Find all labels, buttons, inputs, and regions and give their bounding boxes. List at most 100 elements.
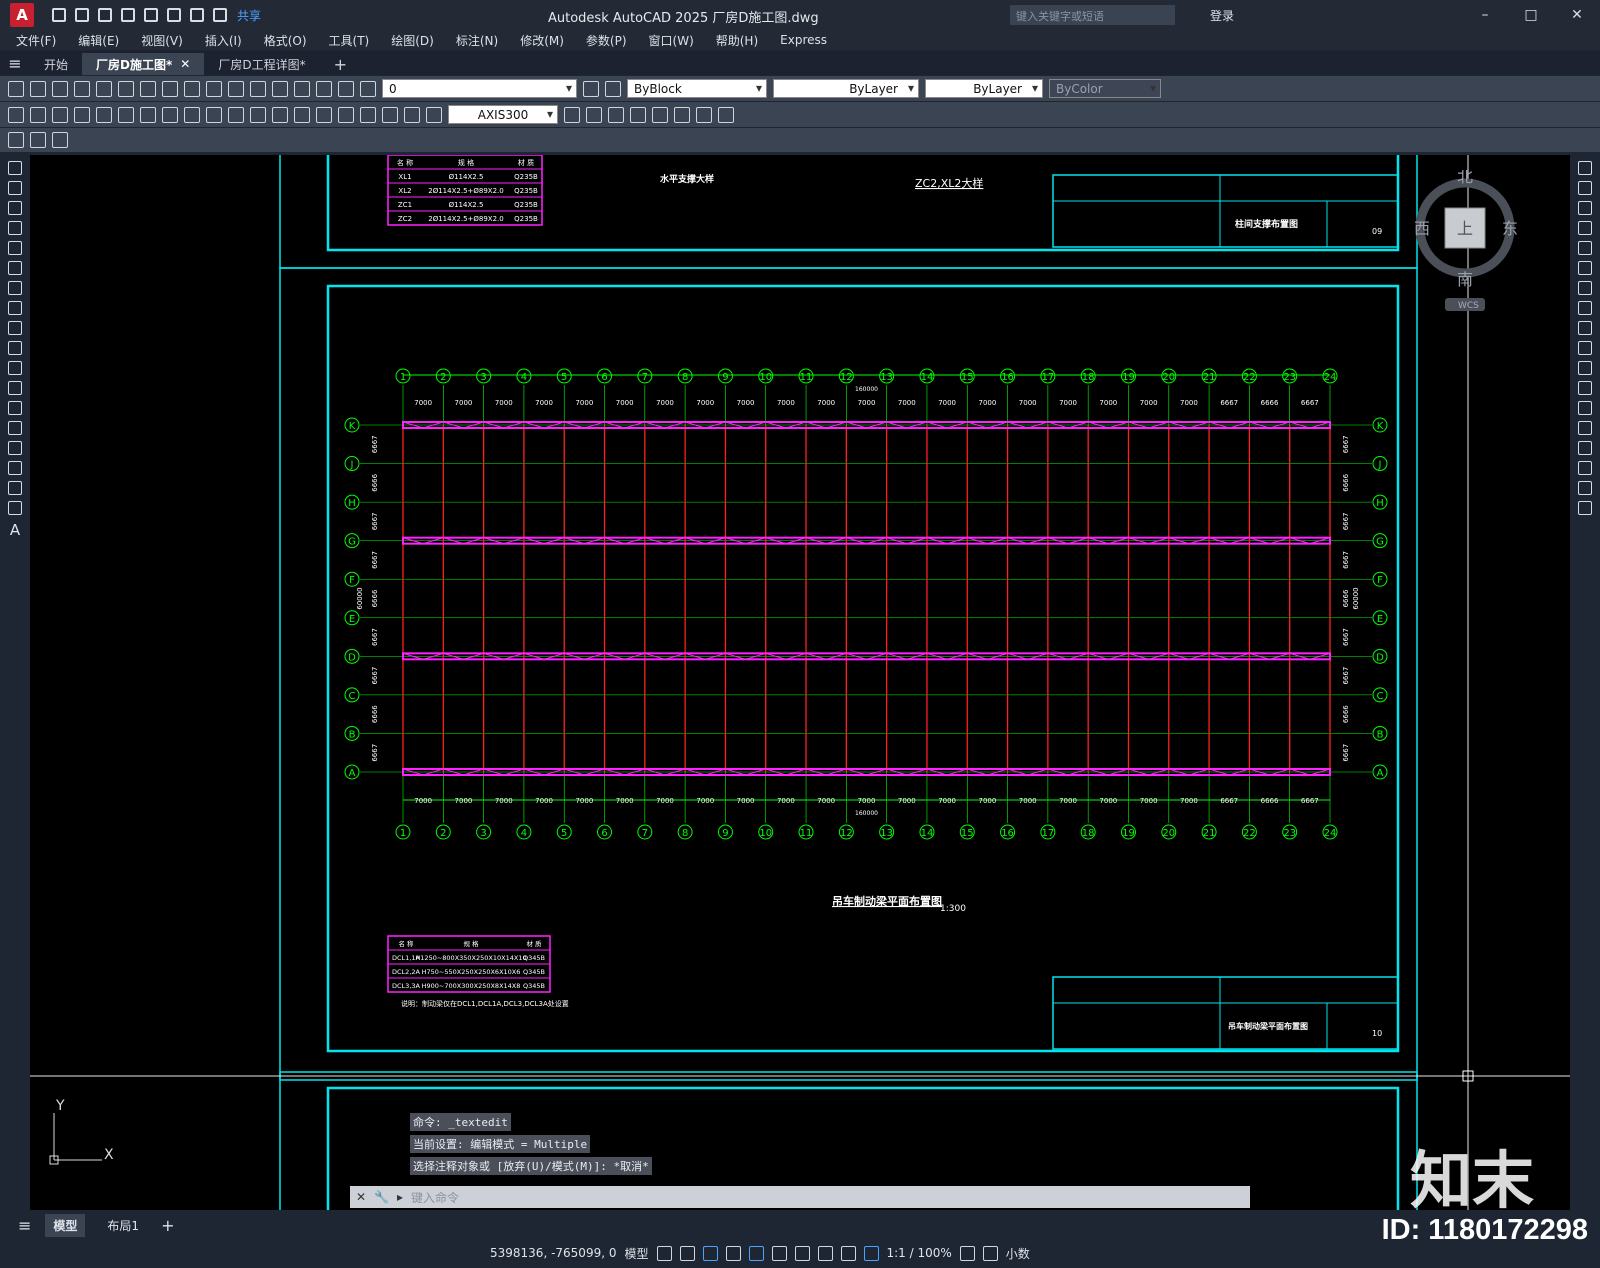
move-icon[interactable] <box>1578 261 1592 275</box>
undo-icon[interactable] <box>190 8 204 22</box>
preview-icon[interactable] <box>96 80 112 97</box>
make-block-icon[interactable] <box>8 401 22 415</box>
angular-dim-icon[interactable] <box>162 106 178 123</box>
autocad-logo[interactable]: A <box>10 3 34 27</box>
tab-detail-drawing[interactable]: 厂房D工程详图* <box>204 53 319 75</box>
add-layout-button[interactable]: + <box>161 1216 174 1235</box>
viewcube-south[interactable]: 南 <box>1457 270 1473 289</box>
aligned-dim-icon[interactable] <box>30 106 46 123</box>
extend-icon[interactable] <box>1578 361 1592 375</box>
explode-icon[interactable] <box>1578 501 1592 515</box>
spline-icon[interactable] <box>8 321 22 335</box>
color-dropdown[interactable]: ByBlock <box>627 79 767 98</box>
menu-window[interactable]: 窗口(W) <box>649 32 694 49</box>
linetype-dropdown[interactable]: ByLayer <box>773 79 919 98</box>
menu-edit[interactable]: 编辑(E) <box>78 32 119 49</box>
login-button[interactable]: 登录 <box>1210 7 1234 24</box>
tab-start[interactable]: 开始 <box>30 53 82 75</box>
bulb-icon[interactable] <box>360 80 376 97</box>
fillet-icon[interactable] <box>1578 461 1592 475</box>
close-icon[interactable]: ✕ <box>356 1190 366 1204</box>
lineweight-icon[interactable] <box>794 1245 810 1261</box>
workspace-icon[interactable] <box>959 1245 975 1261</box>
jogged-linear-icon[interactable] <box>360 106 376 123</box>
cut-icon[interactable] <box>118 80 134 97</box>
linear-dim-icon[interactable] <box>8 106 24 123</box>
redo-icon[interactable] <box>228 80 244 97</box>
save-icon[interactable] <box>52 80 68 97</box>
help-icon[interactable] <box>316 80 332 97</box>
polyline-icon[interactable] <box>8 201 22 215</box>
radius-dim-icon[interactable] <box>96 106 112 123</box>
arc-icon[interactable] <box>8 261 22 275</box>
viewcube-top-face[interactable]: 上 <box>1457 219 1473 238</box>
lineweight-dropdown[interactable]: ByLayer <box>925 79 1043 98</box>
wcs-menu[interactable]: WCS <box>1458 301 1479 311</box>
command-line[interactable]: ✕ 🔧 ▸ 键入命令 <box>350 1186 1250 1208</box>
continue-dim-icon[interactable] <box>228 106 244 123</box>
view-right-icon[interactable] <box>652 106 668 123</box>
viewcube-east[interactable]: 东 <box>1502 219 1518 238</box>
line-icon[interactable] <box>8 161 22 175</box>
pan-icon[interactable] <box>250 80 266 97</box>
properties-icon[interactable] <box>294 80 310 97</box>
plotstyle-dropdown[interactable]: ByColor <box>1049 79 1161 98</box>
snap-icon[interactable] <box>679 1245 695 1261</box>
menu-tools[interactable]: 工具(T) <box>329 32 370 49</box>
menu-icon[interactable]: ≡ <box>0 51 30 75</box>
baseline-dim-icon[interactable] <box>206 106 222 123</box>
shade-icon[interactable] <box>718 106 734 123</box>
menu-file[interactable]: 文件(F) <box>16 32 56 49</box>
arc-dim-icon[interactable] <box>52 106 68 123</box>
redo-icon[interactable] <box>213 8 227 22</box>
open-icon[interactable] <box>75 8 89 22</box>
model-space-button[interactable]: 模型 <box>624 1245 648 1262</box>
dim-update-icon[interactable] <box>426 106 442 123</box>
erase-icon[interactable] <box>1578 161 1592 175</box>
menu-modify[interactable]: 修改(M) <box>520 32 564 49</box>
menu-help[interactable]: 帮助(H) <box>716 32 758 49</box>
plus-icon[interactable] <box>982 1245 998 1261</box>
view-front-icon[interactable] <box>586 106 602 123</box>
selection-cycling-icon[interactable] <box>840 1245 856 1261</box>
break-icon[interactable] <box>1578 401 1592 415</box>
offset-icon[interactable] <box>1578 221 1592 235</box>
diameter-dim-icon[interactable] <box>140 106 156 123</box>
ellipse-arc-icon[interactable] <box>8 361 22 375</box>
plot-icon[interactable] <box>167 8 181 22</box>
block-save-icon[interactable] <box>30 132 46 148</box>
zoom-icon[interactable] <box>272 80 288 97</box>
ortho-icon[interactable] <box>702 1245 718 1261</box>
otrack-icon[interactable] <box>771 1245 787 1261</box>
center-mark-icon[interactable] <box>316 106 332 123</box>
dim-edit-icon[interactable] <box>382 106 398 123</box>
copy-object-icon[interactable] <box>1578 181 1592 195</box>
search-input[interactable]: 键入关键字或短语 <box>1010 5 1175 25</box>
tolerance-icon[interactable] <box>294 106 310 123</box>
wrench-icon[interactable]: 🔧 <box>374 1190 389 1204</box>
menu-parametric[interactable]: 参数(P) <box>586 32 627 49</box>
layouts-menu-icon[interactable]: ≡ <box>18 1216 31 1235</box>
gradient-icon[interactable] <box>8 461 22 475</box>
layer-dropdown[interactable]: 0 <box>382 79 577 98</box>
copy-icon[interactable] <box>140 80 156 97</box>
saveas-icon[interactable] <box>121 8 135 22</box>
close-icon[interactable]: ✕ <box>180 57 190 71</box>
dim-style-icon[interactable] <box>564 106 580 123</box>
point-icon[interactable] <box>8 421 22 435</box>
dimstyle-dropdown[interactable]: AXIS300 <box>448 105 558 124</box>
ordinate-dim-icon[interactable] <box>74 106 90 123</box>
dim-space-icon[interactable] <box>250 106 266 123</box>
insert-block-icon[interactable] <box>8 381 22 395</box>
ellipse-icon[interactable] <box>8 341 22 355</box>
maximize-button[interactable]: □ <box>1508 0 1554 30</box>
array-icon[interactable] <box>1578 241 1592 255</box>
mirror-icon[interactable] <box>1578 201 1592 215</box>
region-icon[interactable] <box>8 481 22 495</box>
table-icon[interactable] <box>8 501 22 515</box>
quick-dim-icon[interactable] <box>184 106 200 123</box>
minimize-button[interactable]: – <box>1462 0 1508 30</box>
layer-previous-icon[interactable] <box>605 80 621 97</box>
view-left-icon[interactable] <box>630 106 646 123</box>
new-icon[interactable] <box>8 80 24 97</box>
